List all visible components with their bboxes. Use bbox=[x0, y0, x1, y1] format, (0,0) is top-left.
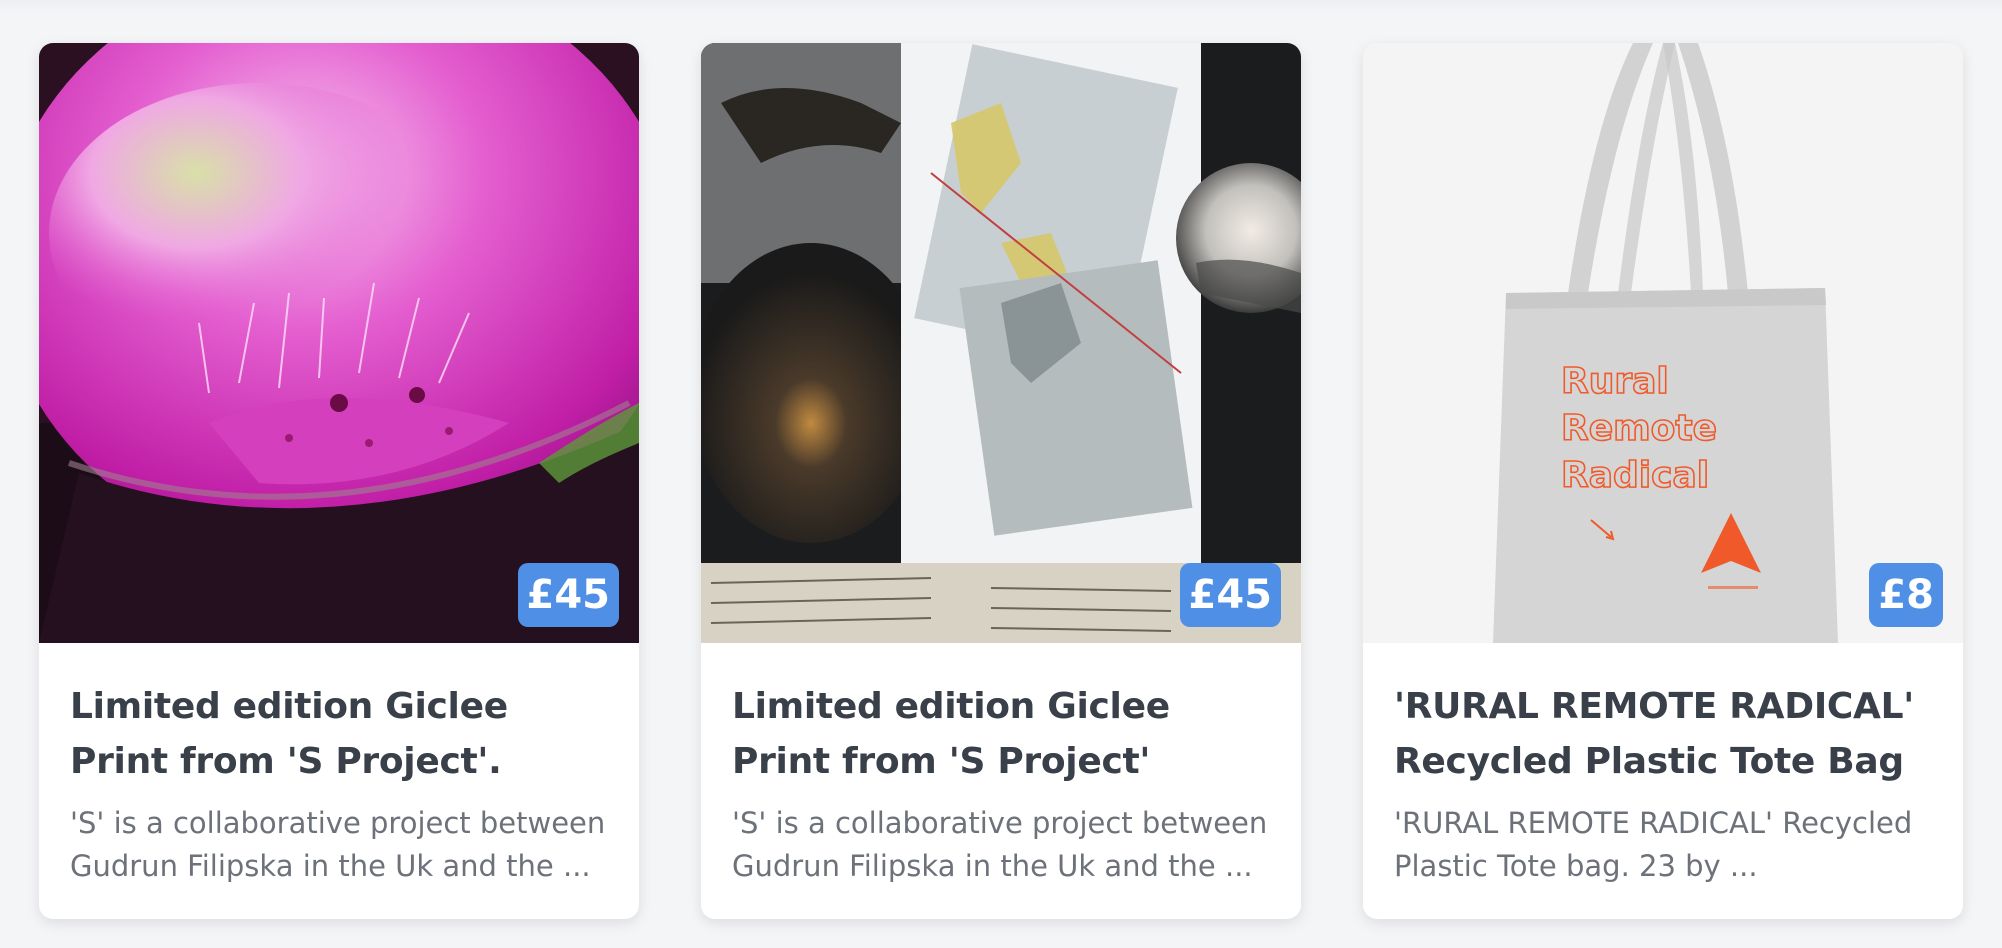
product-description: 'S' is a collaborative project between G… bbox=[70, 806, 606, 883]
product-info: Limited edition Giclee Print from 'S Pro… bbox=[701, 643, 1301, 888]
product-image-tote-bag[interactable]: Rural Remote Radical £8 bbox=[1363, 43, 1963, 643]
price-badge: £45 bbox=[517, 563, 619, 627]
price-badge: £45 bbox=[1179, 563, 1281, 627]
charts-collage-photo bbox=[701, 43, 1301, 643]
product-info: Limited edition Giclee Print from 'S Pro… bbox=[39, 643, 639, 888]
page-top-edge bbox=[0, 0, 2002, 12]
product-image-charts-collage[interactable]: £45 bbox=[701, 43, 1301, 643]
product-title[interactable]: Limited edition Giclee Print from 'S Pro… bbox=[70, 679, 609, 789]
product-card[interactable]: £45 Limited edition Giclee Print from 'S… bbox=[701, 43, 1301, 919]
product-title[interactable]: 'RURAL REMOTE RADICAL' Recycled Plastic … bbox=[1394, 679, 1933, 789]
foxglove-photo bbox=[39, 43, 639, 643]
product-image-foxglove[interactable]: £45 bbox=[39, 43, 639, 643]
price-badge: £8 bbox=[1869, 563, 1943, 627]
product-grid: £45 Limited edition Giclee Print from 'S… bbox=[39, 43, 1963, 919]
bag-print-line-3: Radical bbox=[1561, 455, 1709, 496]
bag-print-line-2: Remote bbox=[1561, 408, 1717, 449]
product-info: 'RURAL REMOTE RADICAL' Recycled Plastic … bbox=[1363, 643, 1963, 888]
product-card[interactable]: £45 Limited edition Giclee Print from 'S… bbox=[39, 43, 639, 919]
bag-print-line-1: Rural bbox=[1561, 361, 1669, 402]
product-card[interactable]: Rural Remote Radical £8 'RURAL REMOTE RA… bbox=[1363, 43, 1963, 919]
product-description: 'RURAL REMOTE RADICAL' Recycled Plastic … bbox=[1394, 806, 1913, 883]
product-title[interactable]: Limited edition Giclee Print from 'S Pro… bbox=[732, 679, 1271, 789]
tote-bag-photo: Rural Remote Radical bbox=[1363, 43, 1963, 643]
product-description: 'S' is a collaborative project between G… bbox=[732, 806, 1268, 883]
